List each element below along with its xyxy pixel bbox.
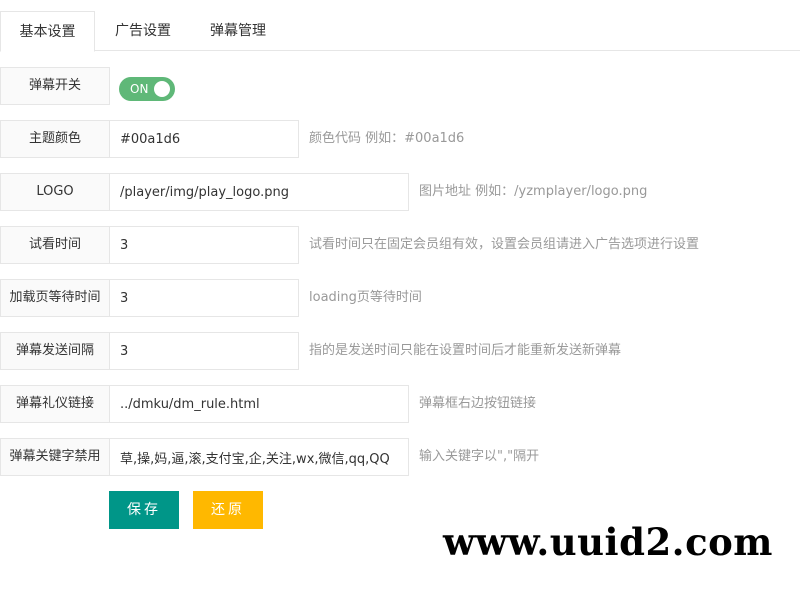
danmaku-switch-label: 弹幕开关	[0, 67, 110, 105]
banned-keywords-input[interactable]	[109, 438, 409, 476]
trial-time-label: 试看时间	[0, 226, 110, 264]
logo-label: LOGO	[0, 173, 110, 211]
tab-basic-settings[interactable]: 基本设置	[0, 11, 95, 52]
tab-danmaku-management[interactable]: 弹幕管理	[191, 11, 285, 51]
etiquette-link-hint: 弹幕框右边按钮链接	[419, 396, 537, 411]
banned-keywords-hint: 输入关键字以","隔开	[419, 449, 540, 464]
loading-wait-label: 加载页等待时间	[0, 279, 110, 317]
loading-wait-hint: loading页等待时间	[309, 290, 422, 305]
settings-page: 基本设置 广告设置 弹幕管理 弹幕开关 ON 主题颜色 颜色代码 例如：#00a…	[0, 0, 800, 600]
banned-keywords-label: 弹幕关键字禁用	[0, 438, 110, 476]
tab-ad-settings[interactable]: 广告设置	[95, 11, 191, 51]
reset-button[interactable]: 还原	[193, 491, 263, 529]
theme-color-label: 主题颜色	[0, 120, 110, 158]
send-interval-hint: 指的是发送时间只能在设置时间后才能重新发送新弹幕	[309, 343, 622, 358]
theme-color-hint: 颜色代码 例如：#00a1d6	[309, 131, 465, 146]
trial-time-input[interactable]	[109, 226, 299, 264]
watermark-text: www.uuid2.com	[443, 520, 773, 564]
loading-wait-input[interactable]	[109, 279, 299, 317]
danmaku-switch-toggle[interactable]: ON	[119, 77, 175, 101]
logo-url-input[interactable]	[109, 173, 409, 211]
etiquette-link-label: 弹幕礼仪链接	[0, 385, 110, 423]
settings-tabs: 基本设置 广告设置 弹幕管理	[0, 0, 800, 52]
send-interval-input[interactable]	[109, 332, 299, 370]
logo-hint: 图片地址 例如：/yzmplayer/logo.png	[419, 184, 648, 199]
trial-time-hint: 试看时间只在固定会员组有效，设置会员组请进入广告选项进行设置	[309, 237, 700, 252]
save-button[interactable]: 保存	[109, 491, 179, 529]
send-interval-label: 弹幕发送间隔	[0, 332, 110, 370]
switch-knob	[154, 81, 170, 97]
switch-state-text: ON	[130, 82, 149, 96]
etiquette-link-input[interactable]	[109, 385, 409, 423]
theme-color-input[interactable]	[109, 120, 299, 158]
